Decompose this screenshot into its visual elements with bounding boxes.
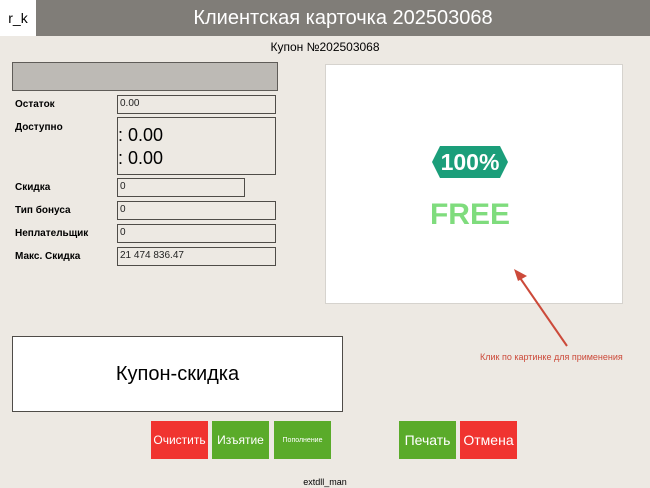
client-name-field — [12, 62, 278, 91]
discount-label: Скидка — [15, 182, 51, 193]
print-button[interactable]: Печать — [399, 421, 456, 459]
header-bar: r_k Клиентская карточка 202503068 — [0, 0, 650, 36]
available-line-2: : 0.00 — [118, 148, 164, 168]
free-coupon-icon[interactable]: 100% FREE — [326, 65, 624, 305]
remainder-label: Остаток — [15, 99, 55, 110]
free-text: FREE — [430, 198, 510, 231]
nonpayer-field: 0 — [117, 224, 276, 243]
coupon-type-display: Купон-скидка — [12, 336, 343, 412]
apply-hint: Клик по картинке для применения — [480, 352, 623, 362]
bonus-type-label: Тип бонуса — [15, 205, 71, 216]
withdraw-button[interactable]: Изъятие — [212, 421, 269, 459]
remainder-field: 0.00 — [117, 95, 276, 114]
max-discount-field: 21 474 836.47 — [117, 247, 276, 266]
cancel-button[interactable]: Отмена — [460, 421, 517, 459]
badge-text: 100% — [441, 149, 500, 175]
topup-button[interactable]: Пополнение — [274, 421, 331, 459]
hint-arrow-icon — [514, 269, 568, 347]
max-discount-label: Макс. Скидка — [15, 251, 81, 262]
bonus-type-field: 0 — [117, 201, 276, 220]
window-title: Клиентская карточка 202503068 — [193, 6, 493, 29]
app-logo: r_k — [0, 0, 36, 36]
available-label: Доступно — [15, 122, 63, 133]
clear-button[interactable]: Очистить — [151, 421, 208, 459]
available-field: : 0.00 : 0.00 — [117, 117, 276, 175]
coupon-number: Купон №202503068 — [270, 40, 380, 54]
coupon-image-panel[interactable]: 100% FREE — [325, 64, 623, 304]
available-line-1: : 0.00 — [118, 125, 164, 145]
footer-module-name: extdll_man — [303, 477, 347, 487]
discount-field: 0 — [117, 178, 245, 197]
nonpayer-label: Неплательщик — [15, 228, 89, 239]
